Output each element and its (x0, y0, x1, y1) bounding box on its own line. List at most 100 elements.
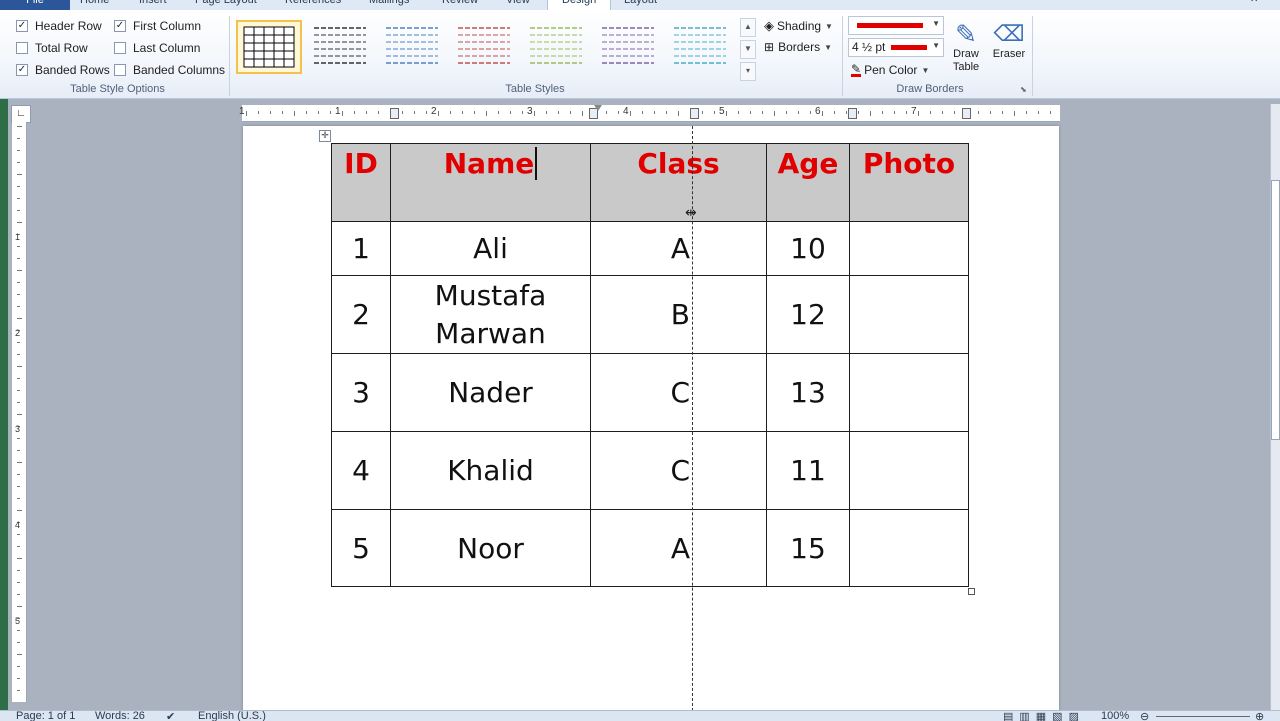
checkbox-unchecked-icon[interactable] (114, 42, 126, 54)
cell-age[interactable]: 15 (766, 509, 850, 587)
tab-page-layout[interactable]: Page Layout (195, 0, 257, 10)
tab-references[interactable]: References (285, 0, 341, 10)
zoom-in-icon[interactable]: ⊕ (1255, 711, 1264, 721)
cell-name[interactable]: Nader (390, 353, 591, 432)
cell-class[interactable]: A (590, 509, 767, 587)
pen-icon: ✎ (851, 61, 862, 77)
borders-button[interactable]: ⊞ Borders ▼ (764, 40, 832, 54)
table-style-preview-icon (674, 27, 726, 64)
tab-design[interactable]: Design (547, 0, 612, 10)
pen-weight-select[interactable]: 4 ½ pt ▼ (848, 38, 944, 57)
dialog-launcher-icon[interactable]: ⬊ (1020, 85, 1027, 94)
cell-name[interactable]: Khalid (390, 431, 591, 510)
shading-button[interactable]: ◈ Shading ▼ (764, 18, 833, 34)
table-style-thumb[interactable] (308, 20, 374, 74)
proofing-icon[interactable]: ✔ (166, 711, 175, 721)
draw-table-button[interactable]: ✎ Draw Table (947, 20, 985, 74)
column-marker[interactable] (848, 108, 857, 119)
close-icon[interactable]: ✕ (1250, 0, 1258, 10)
column-marker[interactable] (962, 108, 971, 119)
ruler-number: 1 (239, 106, 245, 117)
scrollbar-thumb[interactable] (1271, 180, 1280, 440)
cell-age[interactable]: 11 (766, 431, 850, 510)
student-table[interactable]: ID Name Class Age Photo 1 Ali A 10 2 Mus… (331, 143, 969, 587)
tab-insert[interactable]: Insert (139, 0, 167, 10)
table-move-handle-icon[interactable]: ✛ (319, 130, 331, 142)
gallery-more-icon[interactable]: ▾ (740, 62, 756, 81)
gallery-up-icon[interactable]: ▲ (740, 18, 756, 37)
zoom-level[interactable]: 100% (1101, 711, 1129, 721)
cell-class[interactable]: C (590, 431, 767, 510)
header-cell-id[interactable]: ID (331, 143, 391, 222)
banded-columns-checkbox[interactable]: Banded Columns (114, 62, 225, 78)
language-indicator[interactable]: English (U.S.) (198, 711, 266, 721)
header-cell-class[interactable]: Class (590, 143, 767, 222)
table-style-thumb[interactable] (380, 20, 446, 74)
cell-photo[interactable] (849, 353, 969, 432)
checkbox-unchecked-icon[interactable] (114, 64, 126, 76)
tab-file[interactable]: File (0, 0, 70, 10)
cell-class[interactable]: B (590, 275, 767, 354)
table-resize-handle[interactable] (968, 588, 975, 595)
cell-age[interactable]: 12 (766, 275, 850, 354)
vertical-ruler[interactable]: 1 2 3 4 5 (12, 122, 27, 702)
cell-class[interactable]: C (590, 353, 767, 432)
checkbox-unchecked-icon[interactable] (16, 42, 28, 54)
pen-style-select[interactable]: ▼ (848, 16, 944, 35)
indent-marker-icon[interactable] (594, 105, 602, 111)
checkbox-checked-icon[interactable]: ✓ (16, 64, 28, 76)
pen-color-button[interactable]: ✎ Pen Color ▼ (851, 63, 929, 77)
zoom-slider[interactable] (1156, 711, 1250, 717)
cell-name[interactable]: Ali (390, 221, 591, 276)
header-cell-name[interactable]: Name (390, 143, 591, 222)
tab-review[interactable]: Review (442, 0, 478, 10)
checkbox-checked-icon[interactable]: ✓ (16, 20, 28, 32)
word-count[interactable]: Words: 26 (95, 711, 145, 721)
table-style-thumb[interactable] (596, 20, 662, 74)
view-buttons-icon[interactable]: ▤▥▦▧▨ (1003, 711, 1085, 721)
table-style-thumb[interactable] (452, 20, 518, 74)
borders-label: Borders (778, 40, 821, 54)
checkbox-checked-icon[interactable]: ✓ (114, 20, 126, 32)
first-column-label: First Column (133, 19, 202, 33)
cell-name[interactable]: Noor (390, 509, 591, 587)
tab-stop-selector-icon[interactable]: ∟ (11, 105, 31, 123)
tab-view[interactable]: View (506, 0, 530, 10)
cell-id[interactable]: 2 (331, 275, 391, 354)
header-row-checkbox[interactable]: ✓ Header Row (16, 18, 102, 34)
banded-rows-label: Banded Rows (35, 63, 110, 77)
eraser-button[interactable]: ⌫ Eraser (990, 20, 1028, 61)
cell-photo[interactable] (849, 221, 969, 276)
page-count[interactable]: Page: 1 of 1 (16, 711, 75, 721)
tab-mailings[interactable]: Mailings (369, 0, 409, 10)
pen-style-line (857, 23, 923, 28)
cell-class[interactable]: A (590, 221, 767, 276)
last-column-checkbox[interactable]: Last Column (114, 40, 200, 56)
cell-photo[interactable] (849, 275, 969, 354)
header-cell-age[interactable]: Age (766, 143, 850, 222)
horizontal-ruler[interactable]: 1 1 2 3 4 5 6 7 (239, 105, 1060, 122)
total-row-checkbox[interactable]: Total Row (16, 40, 88, 56)
cell-age[interactable]: 13 (766, 353, 850, 432)
cell-id[interactable]: 3 (331, 353, 391, 432)
tab-layout[interactable]: Layout (624, 0, 657, 10)
cell-photo[interactable] (849, 509, 969, 587)
cell-photo[interactable] (849, 431, 969, 510)
cell-id[interactable]: 4 (331, 431, 391, 510)
header-cell-photo[interactable]: Photo (849, 143, 969, 222)
table-style-thumb[interactable] (524, 20, 590, 74)
banded-rows-checkbox[interactable]: ✓ Banded Rows (16, 62, 110, 78)
ruler-number: 6 (815, 106, 821, 117)
cell-id[interactable]: 5 (331, 509, 391, 587)
tab-home[interactable]: Home (80, 0, 109, 10)
cell-name[interactable]: Mustafa Marwan (390, 275, 591, 354)
cell-age[interactable]: 10 (766, 221, 850, 276)
gallery-down-icon[interactable]: ▼ (740, 40, 756, 59)
table-style-thumb[interactable] (668, 20, 734, 74)
zoom-out-icon[interactable]: ⊖ (1140, 711, 1149, 721)
column-marker[interactable] (390, 108, 399, 119)
first-column-checkbox[interactable]: ✓ First Column (114, 18, 201, 34)
column-marker[interactable] (690, 108, 699, 119)
table-style-thumb[interactable] (236, 20, 302, 74)
cell-id[interactable]: 1 (331, 221, 391, 276)
